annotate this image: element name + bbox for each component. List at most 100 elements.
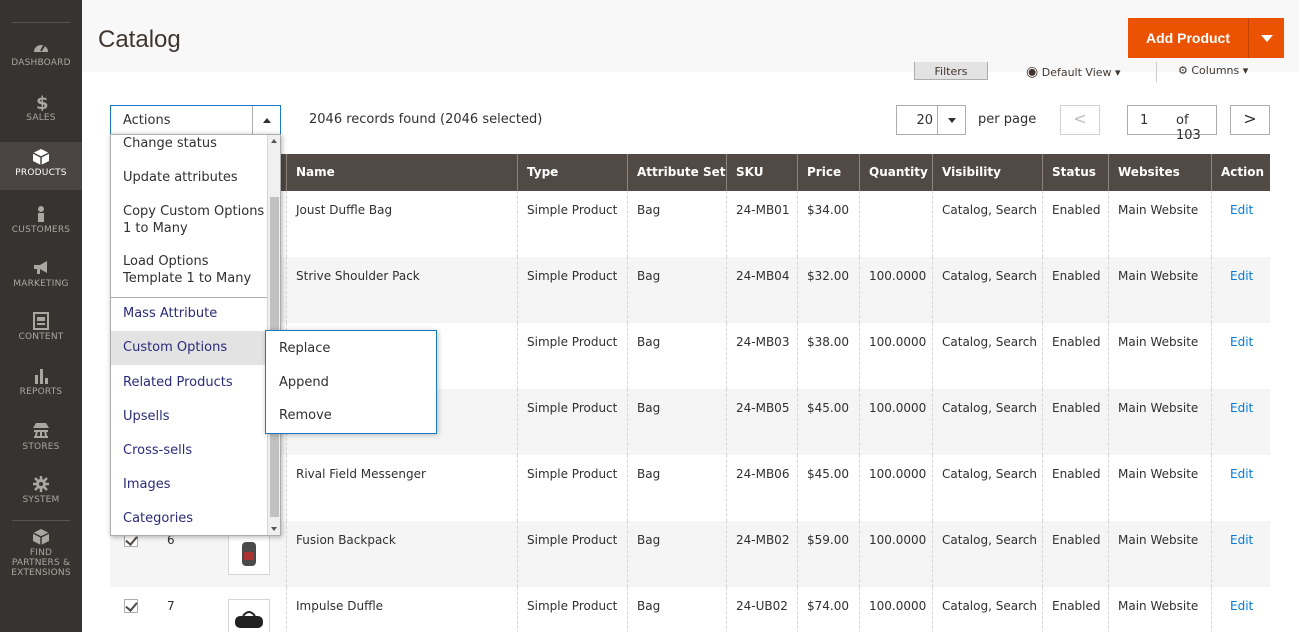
- edit-link[interactable]: Edit: [1211, 521, 1270, 587]
- column-header-attribute-set[interactable]: Attribute Set: [627, 154, 726, 191]
- cell-sku: 24-MB03: [726, 323, 797, 389]
- edit-link[interactable]: Edit: [1211, 455, 1270, 521]
- cell-quantity: [859, 191, 932, 257]
- cell-websites: Main Website: [1108, 257, 1211, 323]
- nav-label: PRODUCTS: [15, 168, 67, 178]
- cell-name: Strive Shoulder Pack: [286, 257, 517, 323]
- nav-label: EXTENSIONS: [11, 568, 71, 578]
- nav-find-partners[interactable]: FIND PARTNERS & EXTENSIONS: [0, 528, 82, 578]
- table-row: Joust Duffle Bag Simple Product Bag 24-M…: [110, 191, 1270, 257]
- cell-price: $45.00: [797, 389, 859, 455]
- cell-quantity: 100.0000: [859, 323, 932, 389]
- nav-products[interactable]: PRODUCTS: [0, 142, 82, 190]
- cell-attribute-set: Bag: [627, 323, 726, 389]
- column-header-websites[interactable]: Websites: [1108, 154, 1211, 191]
- submenu-item-replace[interactable]: Replace: [279, 341, 330, 356]
- menu-item-upsells[interactable]: Upsells: [111, 408, 267, 425]
- add-product-button[interactable]: Add Product: [1128, 18, 1248, 58]
- edit-link[interactable]: Edit: [1211, 389, 1270, 455]
- cell-name: Fusion Backpack: [286, 521, 517, 587]
- add-product-split-toggle[interactable]: [1248, 18, 1284, 58]
- cell-quantity: 100.0000: [859, 587, 932, 632]
- cell-name: Impulse Duffle: [286, 587, 517, 632]
- custom-options-submenu: Replace Append Remove: [265, 330, 437, 434]
- column-header-visibility[interactable]: Visibility: [932, 154, 1042, 191]
- cell-visibility: Catalog, Search: [932, 257, 1042, 323]
- cell-id: 7: [167, 599, 175, 613]
- nav-label: SALES: [26, 113, 56, 123]
- actions-select[interactable]: Actions: [110, 105, 281, 135]
- menu-item-change-status[interactable]: Change status: [111, 135, 267, 152]
- menu-item-cross-sells[interactable]: Cross-sells: [111, 442, 267, 459]
- cell-status: Enabled: [1042, 323, 1108, 389]
- menu-item-copy-custom-options[interactable]: Copy Custom Options 1 to Many: [111, 203, 267, 237]
- edit-link[interactable]: Edit: [1211, 323, 1270, 389]
- megaphone-icon: [34, 261, 47, 274]
- cell-status: Enabled: [1042, 389, 1108, 455]
- column-header-type[interactable]: Type: [517, 154, 627, 191]
- column-header-name[interactable]: Name: [286, 154, 517, 191]
- menu-item-custom-options[interactable]: Custom Options: [111, 331, 267, 365]
- scroll-down-icon[interactable]: [271, 527, 277, 531]
- actions-label: Actions: [123, 113, 171, 128]
- current-page: 1: [1140, 113, 1149, 128]
- column-header-quantity[interactable]: Quantity: [859, 154, 932, 191]
- nav-sales[interactable]: $ SALES: [0, 93, 82, 123]
- column-header-price[interactable]: Price: [797, 154, 859, 191]
- cell-price: $38.00: [797, 323, 859, 389]
- nav-system[interactable]: SYSTEM: [0, 475, 82, 505]
- default-view-dropdown[interactable]: ◉ Default View ▾: [1026, 64, 1121, 80]
- cell-type: Simple Product: [517, 323, 627, 389]
- cell-status: Enabled: [1042, 521, 1108, 587]
- scroll-up-icon[interactable]: [271, 139, 277, 143]
- menu-item-label: Template 1 to Many: [123, 271, 252, 286]
- cell-type: Simple Product: [517, 389, 627, 455]
- cell-visibility: Catalog, Search: [932, 521, 1042, 587]
- nav-dashboard[interactable]: DASHBOARD: [0, 38, 82, 68]
- per-page-toggle[interactable]: [937, 106, 965, 134]
- product-thumbnail: [228, 533, 270, 575]
- per-page-select[interactable]: 20: [896, 105, 966, 135]
- nav-reports[interactable]: REPORTS: [0, 367, 82, 397]
- cell-price: $59.00: [797, 521, 859, 587]
- previous-page-button[interactable]: <: [1060, 105, 1100, 135]
- edit-link[interactable]: Edit: [1211, 587, 1270, 632]
- nav-marketing[interactable]: MARKETING: [0, 259, 82, 289]
- grid-header: Name Type Attribute Set SKU Price Quanti…: [110, 154, 1270, 191]
- edit-link[interactable]: Edit: [1211, 191, 1270, 257]
- actions-arrow[interactable]: [252, 106, 280, 134]
- gear-icon: ⚙: [1178, 64, 1188, 77]
- menu-item-related-products[interactable]: Related Products: [111, 374, 267, 391]
- cell-websites: Main Website: [1108, 191, 1211, 257]
- cell-name: Rival Field Messenger: [286, 455, 517, 521]
- next-page-button[interactable]: >: [1230, 105, 1270, 135]
- column-header-status[interactable]: Status: [1042, 154, 1108, 191]
- cell-quantity: 100.0000: [859, 389, 932, 455]
- row-checkbox[interactable]: [124, 599, 138, 613]
- cell-quantity: 100.0000: [859, 257, 932, 323]
- menu-item-update-attributes[interactable]: Update attributes: [111, 169, 267, 186]
- submenu-item-append[interactable]: Append: [279, 375, 329, 390]
- menu-item-images[interactable]: Images: [111, 476, 267, 493]
- cell-type: Simple Product: [517, 257, 627, 323]
- admin-sidebar: DASHBOARD $ SALES PRODUCTS CUSTOMERS MAR…: [0, 0, 82, 632]
- columns-dropdown[interactable]: ⚙ Columns ▾: [1178, 64, 1248, 77]
- page-number-input[interactable]: 1 of 103: [1127, 105, 1217, 143]
- cell-sku: 24-MB06: [726, 455, 797, 521]
- nav-stores[interactable]: STORES: [0, 422, 82, 452]
- menu-item-mass-attribute[interactable]: Mass Attribute: [111, 305, 267, 322]
- eye-icon: ◉: [1026, 64, 1039, 80]
- nav-label: CONTENT: [18, 332, 64, 342]
- edit-link[interactable]: Edit: [1211, 257, 1270, 323]
- cell-websites: Main Website: [1108, 323, 1211, 389]
- nav-content[interactable]: CONTENT: [0, 312, 82, 342]
- filters-button[interactable]: Filters: [914, 62, 988, 80]
- submenu-item-remove[interactable]: Remove: [279, 408, 332, 423]
- menu-item-load-options-template[interactable]: Load Options Template 1 to Many: [111, 253, 267, 287]
- table-row: 6 Fusion Backpack Simple Product Bag 24-…: [110, 521, 1270, 587]
- table-row: Rival Field Messenger Simple Product Bag…: [110, 455, 1270, 521]
- column-header-sku[interactable]: SKU: [726, 154, 797, 191]
- menu-item-categories[interactable]: Categories: [111, 510, 267, 527]
- menu-divider: [111, 297, 267, 298]
- nav-customers[interactable]: CUSTOMERS: [0, 205, 82, 235]
